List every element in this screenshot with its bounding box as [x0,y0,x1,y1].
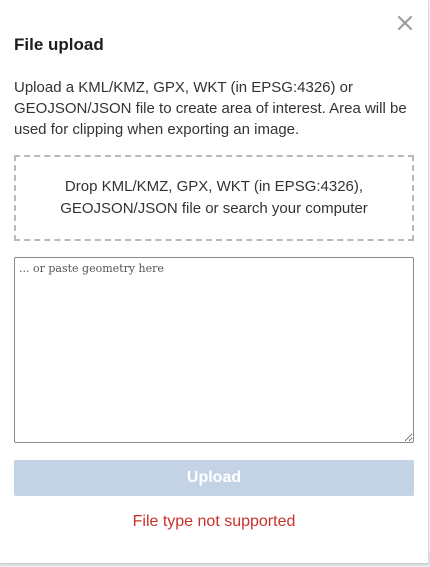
file-upload-modal: File upload Upload a KML/KMZ, GPX, WKT (… [0,0,429,564]
error-message: File type not supported [132,513,296,530]
dropzone-text: Drop KML/KMZ, GPX, WKT (in EPSG:4326), G… [60,178,368,217]
upload-button[interactable]: Upload [14,460,414,496]
modal-description: Upload a KML/KMZ, GPX, WKT (in EPSG:4326… [14,79,407,138]
geometry-paste-input[interactable] [14,257,414,443]
modal-title: File upload [14,35,104,54]
file-dropzone[interactable]: Drop KML/KMZ, GPX, WKT (in EPSG:4326), G… [14,155,414,241]
close-icon [398,16,412,30]
close-button[interactable] [394,12,416,34]
